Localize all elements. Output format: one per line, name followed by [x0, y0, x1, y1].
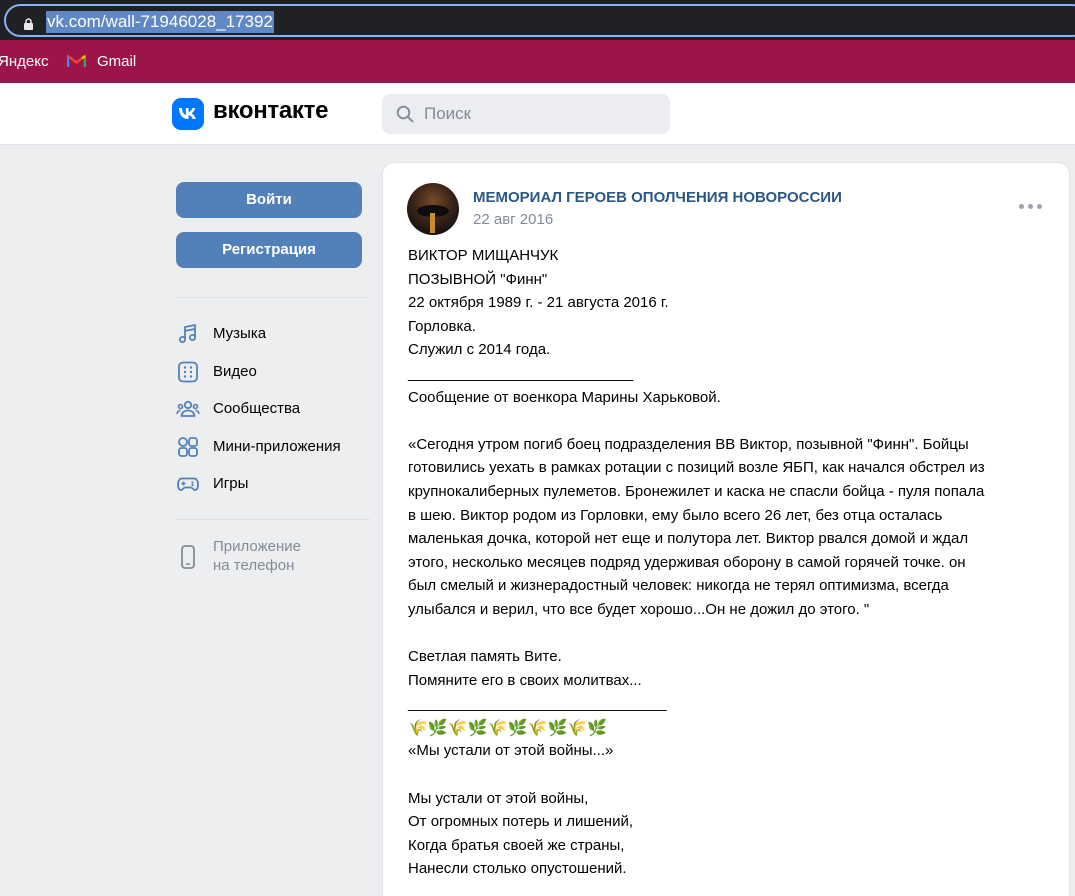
lock-icon — [24, 18, 33, 30]
post-author[interactable]: МЕМОРИАЛ ГЕРОЕВ ОПОЛЧЕНИЯ НОВОРОССИИ — [473, 189, 842, 206]
browser-address-bar: vk.com/wall-71946028_17392 — [0, 0, 1075, 40]
post-text: ВИКТОР МИЩАНЧУК ПОЗЫВНОЙ "Финн" 22 октяб… — [408, 244, 1058, 881]
sidebar-divider — [176, 297, 370, 298]
wall-post: МЕМОРИАЛ ГЕРОЕВ ОПОЛЧЕНИЯ НОВОРОССИИ 22 … — [382, 162, 1070, 896]
register-button[interactable]: Регистрация — [176, 232, 362, 268]
post-line: крупнокалиберных пулеметов. Бронежилет и… — [408, 482, 985, 500]
vk-logo-icon[interactable] — [172, 98, 204, 130]
sidebar-item-music[interactable]: Музыка — [176, 317, 376, 349]
url-field[interactable]: vk.com/wall-71946028_17392 — [4, 4, 1075, 37]
search-box[interactable] — [382, 94, 670, 134]
mini-apps-icon — [178, 437, 198, 457]
url-text[interactable]: vk.com/wall-71946028_17392 — [46, 11, 274, 33]
sidebar-item-label: Сообщества — [213, 400, 301, 417]
post-line: маленькая дочка, которой нет еще и полут… — [408, 530, 969, 548]
post-line: Горловка. — [408, 317, 476, 335]
post-line: «Сегодня утром погиб боец подразделения … — [408, 435, 969, 453]
post-line: Сообщение от военкора Марины Харьковой. — [408, 388, 721, 406]
more-options-icon[interactable] — [1019, 199, 1043, 215]
post-line: ВИКТОР МИЩАНЧУК — [408, 247, 559, 264]
vk-logo-mark — [179, 108, 196, 119]
post-line — [408, 622, 1058, 646]
post-date[interactable]: 22 авг 2016 — [473, 211, 553, 228]
sidebar-divider — [176, 519, 370, 520]
bookmarks-bar: Яндекс Gmail — [0, 40, 1075, 83]
sidebar-item-label: Мини-приложения — [213, 438, 341, 455]
post-line: Когда братья своей же страны, — [408, 836, 625, 854]
search-icon — [396, 105, 414, 123]
post-line — [408, 409, 1058, 433]
post-line: этого, несколько месяцев подряд удержива… — [408, 553, 966, 571]
post-line: ___________________________ — [408, 364, 634, 382]
post-line: «Мы устали от этой войны...» — [408, 742, 614, 760]
post-line: От огромных потерь и лишений, — [408, 813, 634, 831]
login-button[interactable]: Войти — [176, 182, 362, 218]
sidebar-item-mini-apps[interactable]: Мини-приложения — [176, 430, 376, 462]
post-line: Служил с 2014 года. — [408, 341, 551, 359]
app-hint-line2: на телефон — [213, 557, 295, 574]
music-icon — [179, 324, 196, 343]
gamepad-icon — [177, 477, 199, 491]
sidebar-item-communities[interactable]: Сообщества — [176, 392, 376, 424]
post-line: 22 октября 1989 г. - 21 августа 2016 г. — [408, 294, 669, 312]
avatar-candle-shape — [430, 213, 435, 233]
flower-emoji-row: 🌾🌿🌾🌿🌾🌿🌾🌿🌾🌿 — [408, 717, 608, 737]
app-hint-line1: Приложение — [213, 538, 301, 555]
video-icon — [178, 361, 198, 383]
post-line: был смелый и жизнерадостный человек: ник… — [408, 577, 949, 595]
post-line: улыбался и верил, что все будет хорошо..… — [408, 600, 870, 618]
phone-icon — [181, 545, 195, 569]
gmail-icon — [67, 54, 86, 67]
post-line — [408, 763, 1058, 787]
post-line: в шею. Виктор родом из Горловки, ему был… — [408, 506, 943, 524]
bookmark-yandex[interactable]: Яндекс — [0, 53, 48, 70]
post-line: готовились уехать в рамках ротации с поз… — [408, 459, 985, 477]
post-line: Нанесли столько опустошений. — [408, 860, 627, 878]
post-line: Помяните его в своих молитвах... — [408, 671, 642, 689]
vk-brand-name[interactable]: вконтакте — [213, 97, 328, 125]
vk-header: вконтакте — [0, 83, 1075, 145]
post-line: _______________________________ — [408, 695, 667, 713]
post-line: Мы устали от этой войны, — [408, 789, 589, 807]
post-line: ПОЗЫВНОЙ "Финн" — [408, 270, 548, 288]
sidebar-item-label: Видео — [213, 363, 257, 380]
post-line: Светлая память Вите. — [408, 648, 562, 666]
sidebar-app-hint[interactable]: Приложение на телефон — [176, 536, 376, 580]
sidebar-item-label: Музыка — [213, 325, 267, 342]
sidebar-item-video[interactable]: Видео — [176, 355, 376, 387]
search-input[interactable] — [424, 94, 654, 134]
community-avatar[interactable] — [407, 183, 459, 235]
app-hint-label: Приложение на телефон — [213, 537, 301, 575]
sidebar-item-games[interactable]: Игры — [176, 467, 376, 499]
communities-icon — [176, 400, 200, 417]
bookmark-gmail[interactable]: Gmail — [97, 53, 136, 70]
sidebar-item-label: Игры — [213, 475, 249, 492]
